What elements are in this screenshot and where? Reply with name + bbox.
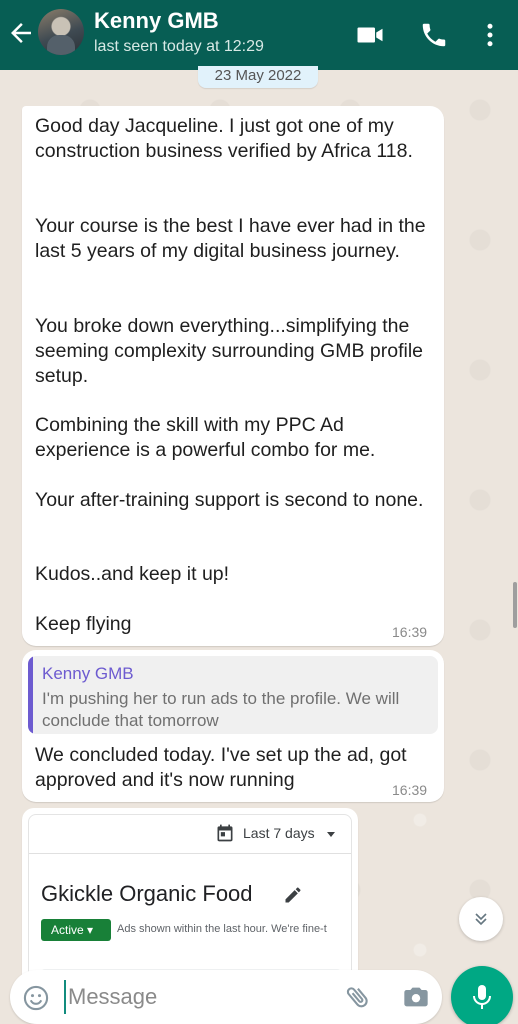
emoji-icon[interactable] <box>22 984 50 1012</box>
last-seen-status: last seen today at 12:29 <box>94 38 264 55</box>
message-paragraph: Good day Jacqueline. I just got one of m… <box>35 115 413 162</box>
date-chip: 23 May 2022 <box>198 66 318 88</box>
paperclip-icon[interactable] <box>344 983 372 1011</box>
quote-text: I'm pushing her to run ads to the profil… <box>42 689 400 730</box>
quoted-message[interactable]: Kenny GMB I'm pushing her to run ads to … <box>28 656 438 734</box>
avatar[interactable] <box>38 9 84 55</box>
message-paragraph: Your after-training support is second to… <box>35 489 424 511</box>
camera-icon[interactable] <box>402 983 430 1011</box>
message-bubble[interactable]: Kenny GMB I'm pushing her to run ads to … <box>22 650 444 802</box>
message-time: 16:39 <box>392 782 428 798</box>
double-chevron-down-icon <box>475 913 487 926</box>
date-range-label: Last 7 days <box>243 825 315 841</box>
message-text: We concluded today. I've set up the ad, … <box>35 744 407 791</box>
campaign-name: Gkickle Organic Food <box>41 881 253 906</box>
status-badge: Active ▾ <box>41 919 111 941</box>
pencil-icon <box>283 885 303 905</box>
scroll-to-bottom-button[interactable] <box>459 897 503 941</box>
status-note: Ads shown within the last hour. We're fi… <box>117 923 327 935</box>
quote-author: Kenny GMB <box>42 664 134 683</box>
image-message-bubble[interactable]: Last 7 days Gkickle Organic Food Active … <box>22 808 358 988</box>
divider <box>29 853 351 854</box>
message-input[interactable] <box>64 980 334 1014</box>
message-paragraph: Keep flying <box>35 613 132 635</box>
status-label: Active <box>51 923 84 937</box>
mic-button[interactable] <box>451 966 513 1024</box>
avatar-figure <box>47 35 75 55</box>
video-call-icon[interactable] <box>355 20 385 50</box>
chat-header: Kenny GMB last seen today at 12:29 <box>0 0 518 70</box>
message-bubble[interactable]: Good day Jacqueline. I just got one of m… <box>22 106 444 646</box>
message-paragraph: Kudos..and keep it up! <box>35 563 230 585</box>
message-paragraph: You broke down everything...simplifying … <box>35 315 424 387</box>
microphone-icon <box>473 985 491 1009</box>
message-paragraph: Combining the skill with my PPC Ad exper… <box>35 414 376 461</box>
calendar-icon <box>215 823 235 843</box>
ad-screenshot[interactable]: Last 7 days Gkickle Organic Food Active … <box>28 814 352 982</box>
more-options-icon[interactable] <box>475 20 505 50</box>
message-time: 16:39 <box>392 624 428 640</box>
message-paragraph: Your course is the best I have ever had … <box>35 215 426 262</box>
message-composer <box>10 970 442 1024</box>
scrollbar-thumb[interactable] <box>513 582 517 628</box>
back-arrow-icon[interactable] <box>6 18 36 48</box>
contact-name[interactable]: Kenny GMB <box>94 8 219 34</box>
voice-call-icon[interactable] <box>419 20 449 50</box>
quote-bar <box>28 656 33 734</box>
caret-down-icon <box>325 827 337 839</box>
